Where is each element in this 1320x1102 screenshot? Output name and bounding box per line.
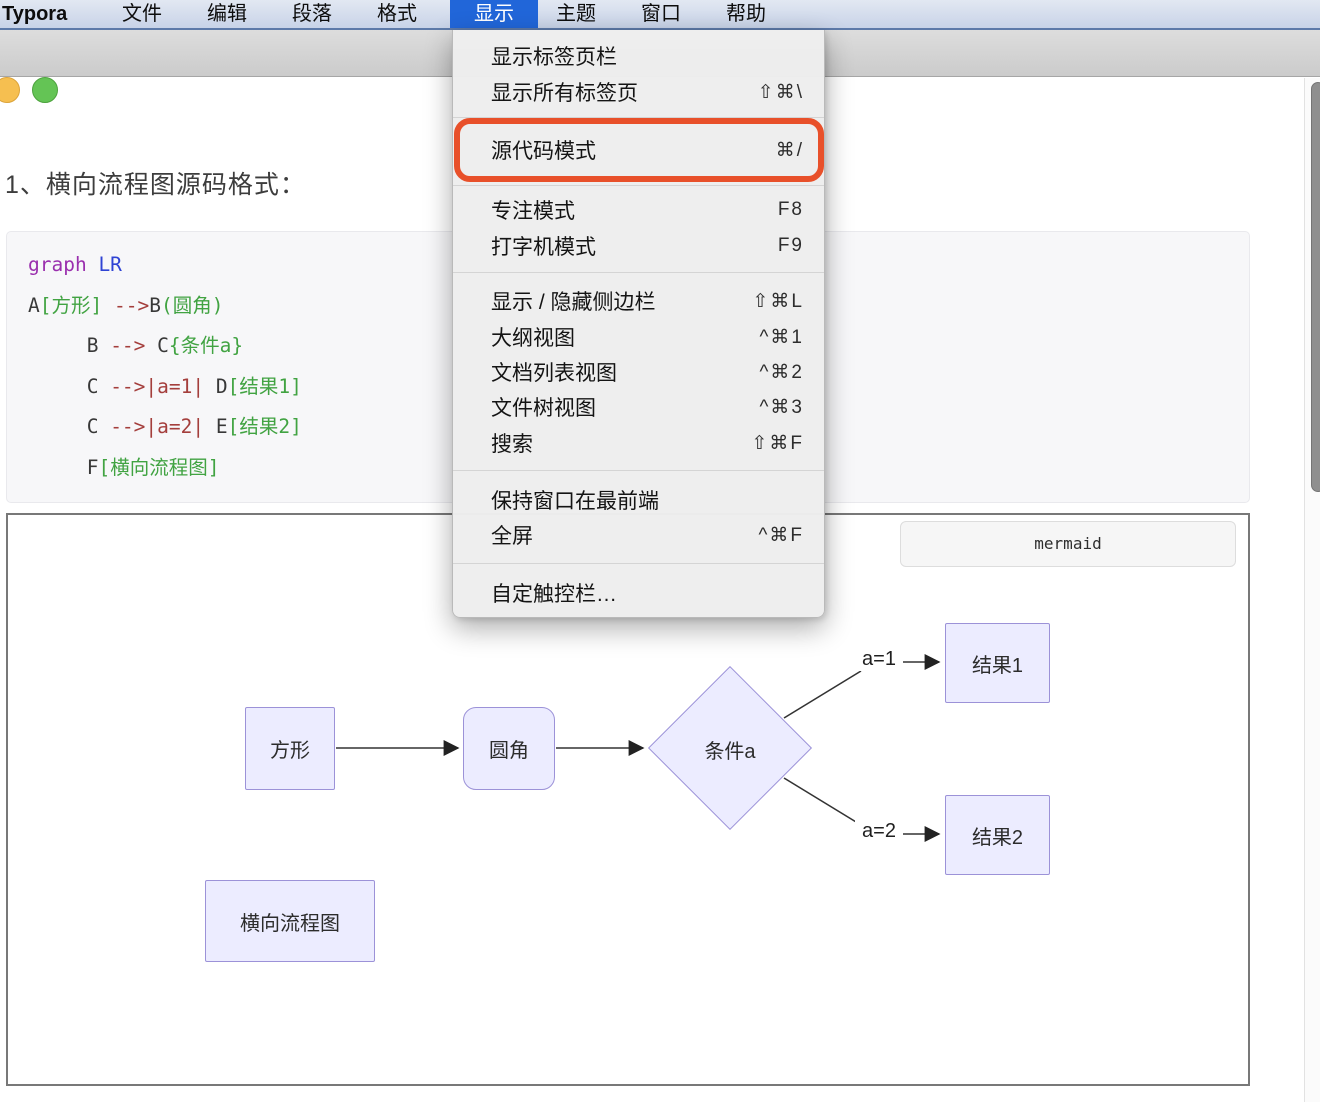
typora-window: 1、横向流程图源码格式： graph LR A[方形] -->B(圆角) B -…: [0, 0, 1320, 1102]
flow-node-horizontal-flowchart: 横向流程图: [205, 880, 375, 962]
menu-item-customize-touch-bar[interactable]: 自定触控栏…: [453, 575, 824, 611]
code-segment: {条件a}: [168, 334, 244, 357]
code-segment: -->|a=2|: [110, 415, 205, 438]
page-title: 1、横向流程图源码格式：: [5, 171, 306, 199]
code-segment: B: [28, 334, 111, 357]
code-segment: A: [28, 293, 40, 317]
window-minimize-button[interactable]: [0, 77, 20, 103]
menu-separator: [453, 563, 824, 564]
menu-item-document-list-view[interactable]: 文档列表视图 ^⌘2: [453, 354, 824, 390]
code-segment: D: [204, 374, 228, 398]
code-segment: -->: [113, 293, 150, 317]
menubar-item-themes[interactable]: 主题: [556, 0, 596, 28]
menu-item-file-tree-view[interactable]: 文件树视图 ^⌘3: [453, 389, 824, 425]
code-segment: graph: [28, 253, 87, 276]
menu-separator: [453, 470, 824, 471]
menubar-item-window[interactable]: 窗口: [641, 0, 681, 28]
menu-item-keep-window-on-top[interactable]: 保持窗口在最前端: [453, 482, 824, 518]
menu-item-fullscreen[interactable]: 全屏 ^⌘F: [453, 517, 824, 553]
code-segment: C: [28, 374, 111, 398]
code-segment: F: [28, 455, 99, 479]
edge-label-a2: a=2: [855, 820, 903, 843]
flow-node-result1: 结果1: [945, 623, 1050, 703]
menu-item-show-all-tabs[interactable]: 显示所有标签页 ⇧⌘\: [453, 74, 824, 110]
menubar-item-edit[interactable]: 编辑: [207, 0, 247, 28]
flow-node-result2: 结果2: [945, 795, 1050, 875]
menu-item-show-tab-bar[interactable]: 显示标签页栏: [453, 38, 824, 74]
menu-item-source-code-mode[interactable]: 源代码模式 ⌘/: [453, 132, 824, 168]
code-segment: C: [28, 415, 111, 438]
view-menu: 显示标签页栏 显示所有标签页 ⇧⌘\ 源代码模式 ⌘/ 专注模式 F8 打字机模式 F9…: [452, 30, 825, 618]
menubar-item-view[interactable]: 显示: [450, 0, 538, 28]
menubar-item-typora[interactable]: Typora: [2, 0, 67, 28]
menu-separator: [453, 117, 824, 118]
window-zoom-button[interactable]: [32, 77, 58, 103]
menu-separator: [453, 185, 824, 186]
code-segment: E: [204, 415, 228, 438]
menu-separator: [453, 272, 824, 273]
menu-item-toggle-sidebar[interactable]: 显示 / 隐藏侧边栏 ⇧⌘L: [453, 283, 824, 319]
menu-item-search[interactable]: 搜索 ⇧⌘F: [453, 425, 824, 461]
scrollbar-thumb[interactable]: [1311, 82, 1320, 492]
code-segment: [结果1]: [227, 374, 302, 398]
flow-node-rounded: 圆角: [463, 707, 555, 790]
menu-item-focus-mode[interactable]: 专注模式 F8: [453, 192, 824, 228]
code-segment: -->: [110, 334, 158, 357]
code-segment: -->|a=1|: [110, 374, 205, 398]
code-segment: [结果2]: [227, 415, 302, 438]
menu-item-outline-view[interactable]: 大纲视图 ^⌘1: [453, 319, 824, 355]
code-segment: LR: [86, 253, 122, 276]
menubar-item-paragraph[interactable]: 段落: [292, 0, 332, 28]
code-segment: C: [157, 334, 169, 357]
flow-node-square: 方形: [245, 707, 335, 790]
menubar-item-format[interactable]: 格式: [377, 0, 417, 28]
menu-item-typewriter-mode[interactable]: 打字机模式 F9: [453, 228, 824, 264]
code-segment: [横向流程图]: [98, 455, 220, 479]
code-segment: (圆角): [160, 293, 224, 317]
menubar-item-help[interactable]: 帮助: [726, 0, 766, 28]
menubar-item-file[interactable]: 文件: [122, 0, 162, 28]
flow-node-condition: 条件a: [704, 741, 756, 763]
menu-bar: Typora 文件 编辑 段落 格式 显示 主题 窗口 帮助: [0, 0, 1320, 30]
code-segment: B: [149, 293, 161, 317]
edge-label-a1: a=1: [855, 648, 903, 671]
scrollbar[interactable]: [1304, 78, 1320, 1102]
code-segment: [方形]: [39, 293, 103, 317]
